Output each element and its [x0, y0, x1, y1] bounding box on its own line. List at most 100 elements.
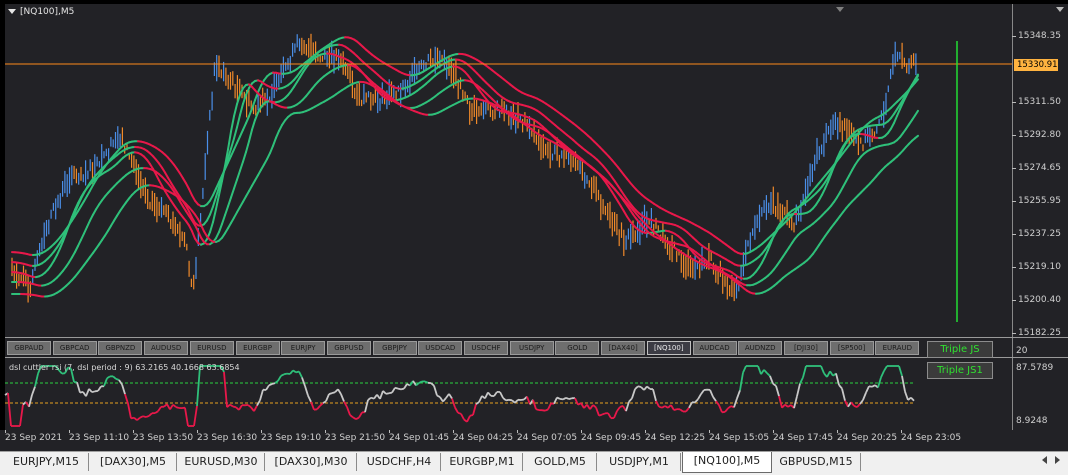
indicator-tick-label: 20 [1016, 346, 1027, 356]
chart-tab[interactable]: USDJPY,M1 [598, 453, 681, 471]
price-tick-label: 15255.95 [1018, 196, 1061, 206]
time-tick-label: 24 Sep 17:45 [773, 433, 833, 443]
chart-drawing [0, 0, 1068, 474]
rsi-segment [344, 402, 347, 408]
band-segment [240, 162, 243, 171]
chart-tab[interactable]: EURUSD,M30 [178, 453, 265, 471]
rsi-segment [359, 412, 362, 417]
rsi-segment [632, 389, 635, 398]
tab-scroll-right-icon[interactable] [1055, 456, 1060, 464]
symbol-button-eurusd[interactable]: EURUSD [190, 341, 234, 355]
rsi-segment [98, 386, 101, 391]
rsi-segment [248, 405, 251, 407]
rsi-segment [389, 393, 392, 394]
chart-tab[interactable]: [DAX30],M30 [266, 453, 357, 471]
band-segment [216, 232, 219, 238]
symbol-button-dax40[interactable]: [DAX40] [601, 341, 645, 355]
rsi-segment [728, 406, 731, 408]
band-segment [894, 116, 897, 123]
rsi-segment [503, 398, 506, 401]
band-segment [78, 240, 81, 246]
symbol-button-gbpnzd[interactable]: GBPNZD [98, 341, 142, 355]
symbol-button-gbpusd[interactable]: GBPUSD [327, 341, 371, 355]
rsi-segment [140, 416, 143, 418]
pane-separator[interactable] [5, 357, 1068, 358]
rsi-segment [125, 394, 128, 404]
price-tick-mark [1012, 102, 1016, 103]
price-tick-label: 15182.25 [1018, 328, 1061, 338]
chart-menu-icon[interactable] [8, 9, 16, 14]
band-segment [84, 227, 87, 234]
rsi-segment [290, 370, 293, 374]
symbol-button-gbpjpy[interactable]: GBPJPY [373, 341, 417, 355]
triple-js-button[interactable]: Triple JS [927, 341, 993, 358]
rsi-segment [548, 403, 551, 409]
symbol-button-usdchf[interactable]: USDCHF [464, 341, 508, 355]
rsi-segment [305, 386, 308, 396]
symbol-button-euraud[interactable]: EURAUD [875, 341, 919, 355]
chart-tab[interactable]: EURGBP,M1 [442, 453, 523, 471]
symbol-button-gbpcad[interactable]: GBPCAD [53, 341, 97, 355]
tab-scroll-left-icon[interactable] [1042, 456, 1047, 464]
band-segment [222, 215, 225, 224]
chart-tab[interactable]: USDCHF,H4 [358, 453, 441, 471]
symbol-button-usdcad[interactable]: USDCAD [418, 341, 462, 355]
scroll-down-icon[interactable] [836, 7, 844, 12]
chart-shift-icon[interactable] [1056, 7, 1064, 12]
price-tick-label: 15274.65 [1018, 163, 1061, 173]
band-segment [57, 249, 60, 256]
chart-tab[interactable]: [NQ100],M5 [682, 452, 772, 473]
rsi-segment [107, 376, 110, 378]
symbol-button-gold[interactable]: GOLD [555, 341, 599, 355]
symbol-button-gbpaud[interactable]: GBPAUD [7, 341, 51, 355]
rsi-segment [866, 386, 869, 392]
symbol-button-usdjpy[interactable]: USDJPY [510, 341, 554, 355]
band-segment [774, 229, 777, 235]
time-tick-mark [645, 430, 646, 433]
rsi-segment [326, 394, 329, 401]
chart-tab[interactable]: GBPUSD,M15 [772, 453, 861, 471]
symbol-button-audusd[interactable]: AUDUSD [144, 341, 188, 355]
indicator-tick-label: 8.9248 [1016, 416, 1048, 426]
indicator-tick-label: 87.5789 [1016, 363, 1053, 373]
rsi-segment [521, 400, 524, 401]
rsi-segment [533, 400, 536, 409]
rsi-segment [320, 403, 323, 406]
chart-tab[interactable]: EURJPY,M15 [4, 453, 89, 471]
band-segment [234, 180, 237, 189]
band-segment [237, 115, 240, 127]
triple-js1-button[interactable]: Triple JS1 [927, 362, 993, 379]
rsi-segment [884, 366, 887, 371]
rsi-segment [149, 413, 152, 416]
time-tick-mark [261, 430, 262, 433]
rsi-segment [266, 385, 269, 390]
rsi-segment [599, 415, 602, 416]
band-segment [273, 138, 276, 146]
rsi-segment [638, 386, 641, 387]
rsi-segment [743, 366, 746, 373]
symbol-button-eurgbp[interactable]: EURGBP [236, 341, 280, 355]
band-segment [276, 131, 279, 138]
symbol-button-audnzd[interactable]: AUDNZD [738, 341, 782, 355]
band-segment [231, 139, 234, 149]
rsi-segment [842, 389, 845, 401]
rsi-segment [737, 390, 740, 398]
rsi-segment [869, 386, 872, 387]
pane-separator[interactable] [5, 337, 1068, 338]
symbol-button-audcad[interactable]: AUDCAD [693, 341, 737, 355]
time-tick-mark [69, 430, 70, 433]
chart-title: [NQ100],M5 [20, 7, 74, 17]
rsi-segment [401, 389, 404, 390]
symbol-button-nq100[interactable]: [NQ100] [647, 341, 691, 355]
band-segment [243, 123, 246, 130]
rsi-segment [563, 398, 566, 400]
time-tick-label: 24 Sep 23:05 [901, 433, 961, 443]
chart-tab[interactable]: [DAX30],M5 [90, 453, 177, 471]
symbol-button-dji30[interactable]: [DJI30] [784, 341, 828, 355]
band-segment [258, 86, 261, 93]
symbol-button-eurjpy[interactable]: EURJPY [281, 341, 325, 355]
symbol-button-sp500[interactable]: [SP500] [830, 341, 874, 355]
chart-tab[interactable]: GOLD,M5 [524, 453, 597, 471]
band-segment [267, 153, 270, 159]
rsi-segment [29, 395, 32, 407]
